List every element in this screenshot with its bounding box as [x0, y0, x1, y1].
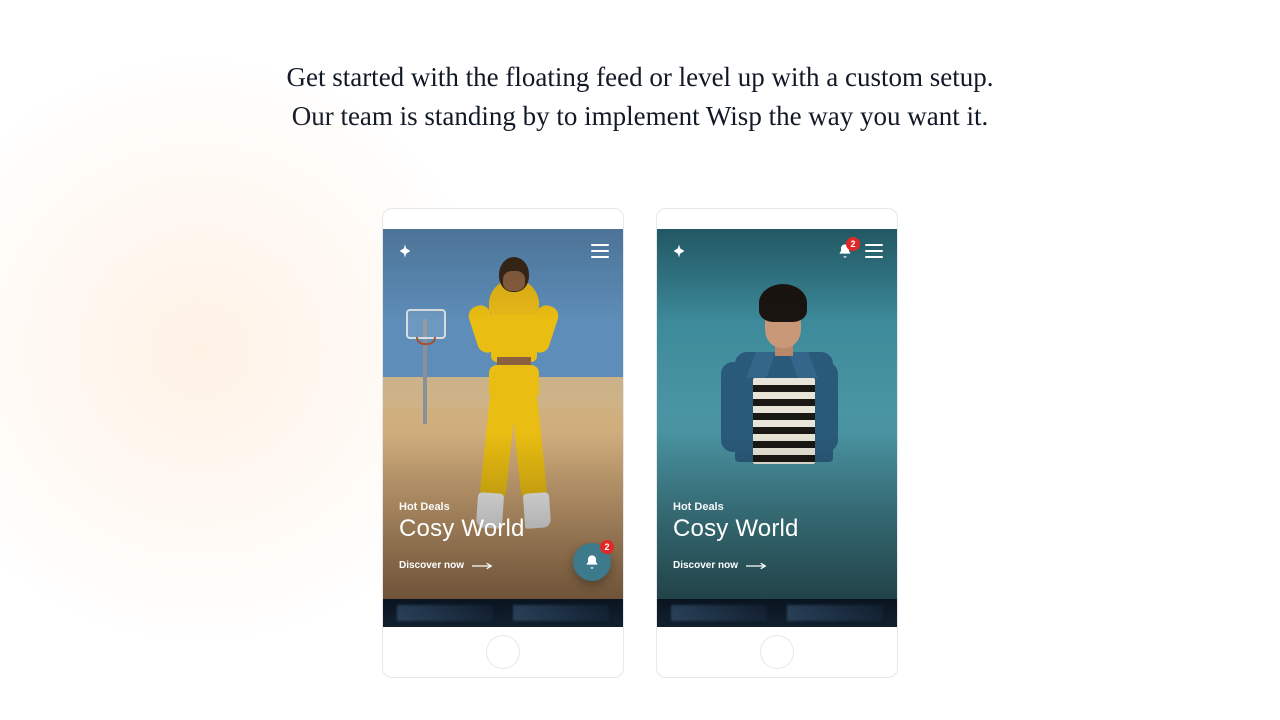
- discover-cta-label: Discover now: [399, 560, 464, 571]
- hero-eyebrow: Hot Deals: [399, 501, 525, 513]
- phone-mockup-floating: Hot Deals Cosy World Discover now 2: [382, 208, 624, 678]
- arrow-right-icon: [746, 562, 768, 570]
- headline-line-2: Our team is standing by to implement Wis…: [0, 97, 1280, 136]
- bell-icon: [584, 554, 600, 570]
- phone-home-area: [383, 627, 623, 677]
- headline-line-1: Get started with the floating feed or le…: [0, 58, 1280, 97]
- app-topbar: 2: [671, 243, 883, 259]
- phone-home-area: [657, 627, 897, 677]
- arrow-right-icon: [472, 562, 494, 570]
- hamburger-menu-icon[interactable]: [865, 244, 883, 258]
- discover-cta[interactable]: Discover now: [673, 560, 768, 571]
- hero-title: Cosy World: [673, 515, 799, 543]
- hero-text-block: Hot Deals Cosy World: [673, 501, 799, 543]
- next-card-peek: [383, 599, 623, 627]
- home-button-icon[interactable]: [486, 635, 520, 669]
- hero-title: Cosy World: [399, 515, 525, 543]
- phone-bezel-top: [383, 209, 623, 229]
- hamburger-menu-icon[interactable]: [591, 244, 609, 258]
- app-topbar: [397, 243, 609, 259]
- discover-cta[interactable]: Discover now: [399, 560, 494, 571]
- hero-eyebrow: Hot Deals: [673, 501, 799, 513]
- headline: Get started with the floating feed or le…: [0, 0, 1280, 136]
- hero-gradient-overlay: [657, 229, 897, 599]
- phone-screen: 2 Hot Deals Cosy World Discover now: [657, 229, 897, 599]
- header-notification-button[interactable]: 2: [837, 243, 853, 259]
- sparkle-icon[interactable]: [397, 243, 413, 259]
- hero-text-block: Hot Deals Cosy World: [399, 501, 525, 543]
- notification-badge: 2: [846, 237, 860, 251]
- phone-bezel-top: [657, 209, 897, 229]
- phone-mockups-row: Hot Deals Cosy World Discover now 2: [0, 208, 1280, 678]
- discover-cta-label: Discover now: [673, 560, 738, 571]
- phone-mockup-header: 2 Hot Deals Cosy World Discover now: [656, 208, 898, 678]
- phone-screen: Hot Deals Cosy World Discover now 2: [383, 229, 623, 599]
- home-button-icon[interactable]: [760, 635, 794, 669]
- sparkle-icon[interactable]: [671, 243, 687, 259]
- next-card-peek: [657, 599, 897, 627]
